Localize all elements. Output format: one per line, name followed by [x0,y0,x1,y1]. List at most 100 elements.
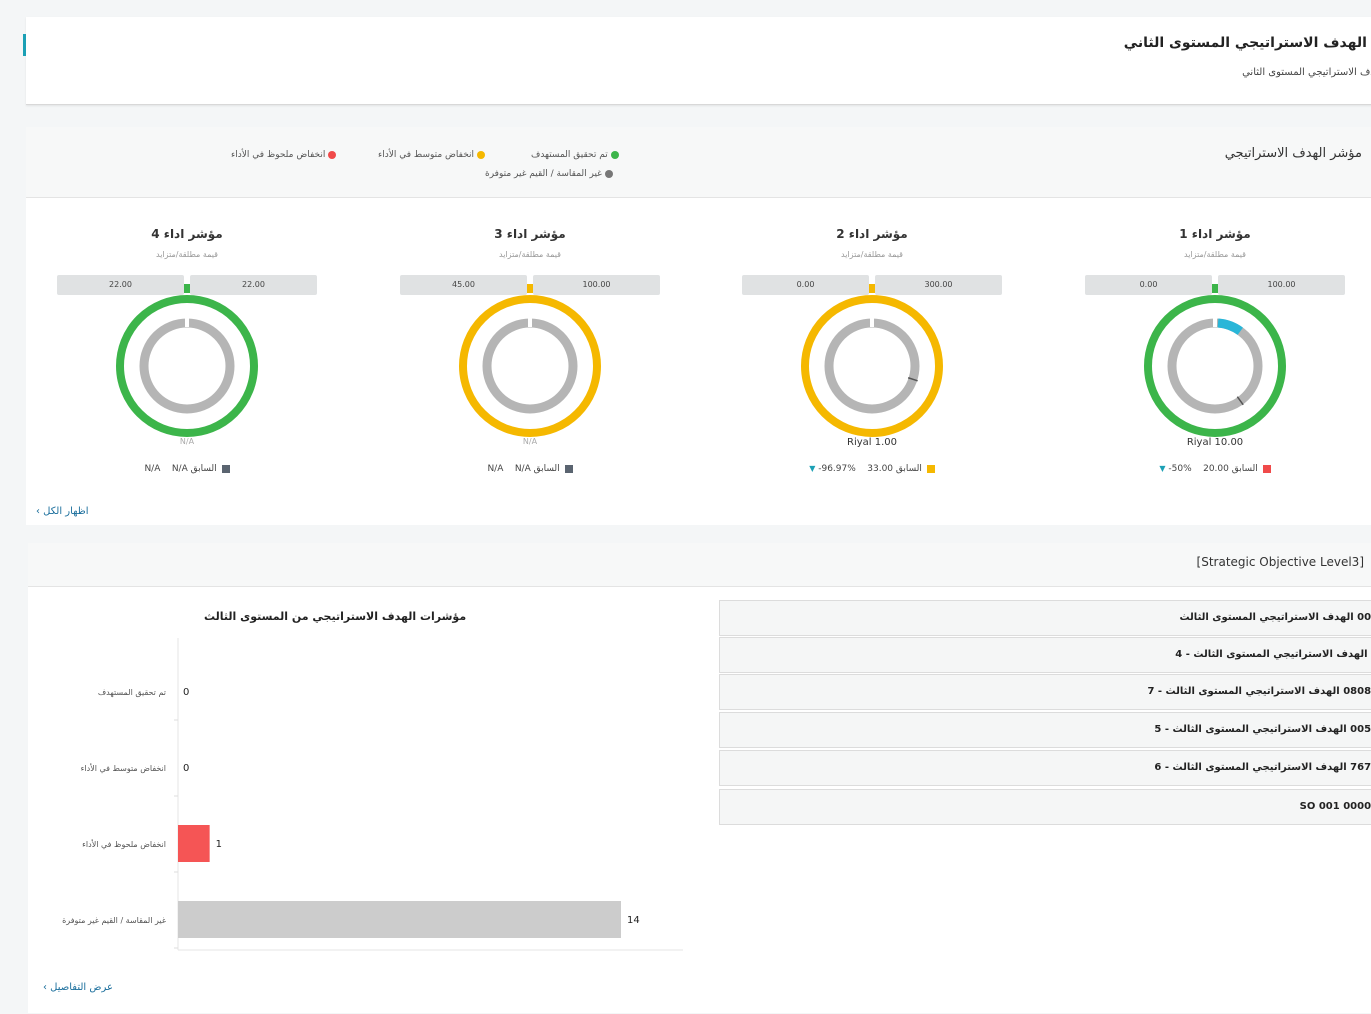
gauge-previous-label: السابق [1231,464,1258,474]
objective-row[interactable]: SO 001 00001 [719,789,1371,825]
page-title: 004 الهدف الاستراتيجي المستوى الثاني [1123,35,1371,51]
previous-status-square [926,464,935,473]
gauge-target-value: 100.00 [533,275,660,295]
gauge-previous-value: 20.00 [1203,464,1229,474]
objective-row[interactable]: 007 الهدف الاستراتيجي المستوى الثالث [719,600,1371,636]
kpi-panel-title: مؤشر الهدف الاستراتيجي [1224,146,1362,161]
legend-dot-achieved [610,150,619,159]
gauge-track [824,318,920,414]
kpi-gauge-1[interactable]: مؤشر اداء 1 قيمة مطلقة/متزايد 0.00 100.00 Ri… [1085,224,1345,494]
objective-name: 3 الهدف الاستراتيجي المستوى الثالث - 4 [1175,649,1371,660]
gauge-title: مؤشر اداء 4 [151,227,223,241]
chart-data-label: 0 [183,763,189,774]
gauge-title: مؤشر اداء 3 [494,227,566,241]
chart-category-label: تم تحقيق المستهدف [98,688,166,697]
gauge-ring [801,295,943,437]
gauge-subtitle: قيمة مطلقة/متزايد [499,250,561,259]
gauge-subtitle: قيمة مطلقة/متزايد [1184,250,1246,259]
objective-row[interactable]: 0055 الهدف الاستراتيجي المستوى الثالث - … [719,712,1371,748]
legend-medium-decline: انخفاض متوسط في الأداء [378,150,486,160]
objective-row[interactable]: 08080 الهدف الاستراتيجي المستوى الثالث -… [719,674,1371,710]
gauge-previous-value: N/A [171,464,188,474]
gauge-change: -96.97% [818,464,856,474]
objective-header: 004 الهدف الاستراتيجي المستوى الثاني اله… [23,17,1371,105]
gauge-min-value: 0.00 [742,275,869,295]
gauge-gap [528,311,532,327]
gauge-notch [184,284,190,293]
chart-title: مؤشرات الهدف الاستراتيجي من المستوى الثا… [204,610,467,623]
gauge-change: N/A [144,464,161,474]
bar-chart: 0 تم تحقيق المستهدف 0 انخفاض متوسط في الأدا… [62,638,683,951]
kpi-panel-header [26,127,1371,198]
chart-category-label: انخفاض متوسط في الأداء [81,763,166,773]
chart-category-label: غير المقاسة / القيم غير متوفرة [62,916,166,925]
gauge-value: N/A [522,437,538,446]
gauge-progress-arc [1217,318,1243,335]
legend-label: انخفاض متوسط في الأداء [378,150,475,160]
view-details-link[interactable]: عرض التفاصيل › [43,982,113,993]
gauge-subtitle: قيمة مطلقة/متزايد [156,250,218,259]
gauge-subtitle: قيمة مطلقة/متزايد [841,250,903,259]
legend-dot-medium [477,150,486,159]
kpi-gauge-2[interactable]: مؤشر اداء 2 قيمة مطلقة/متزايد 0.00 300.00 Ri… [742,224,1002,494]
gauge-gap [185,311,189,327]
gauge-min-value: 0.00 [1085,275,1212,295]
previous-status-square [564,464,573,473]
gauge-previous-value: 33.00 [867,464,894,474]
down-arrow-icon: ▼ [809,464,816,473]
page-subtitle: الهدف الاستراتيجي المستوى الثاني [1242,67,1371,78]
chart-bar[interactable] [178,825,210,862]
legend-not-measured: غير المقاسة / القيم غير متوفرة [485,169,613,179]
kpi-panel: مؤشر الهدف الاستراتيجي تم تحقيق المستهدف… [26,127,1371,525]
objective-name: 007 الهدف الاستراتيجي المستوى الثالث [1179,612,1371,623]
legend-dot-not-measured [604,169,613,178]
objective-name: SO 001 00001 [1299,801,1371,812]
gauge-change: N/A [487,464,504,474]
legend-label: غير المقاسة / القيم غير متوفرة [485,169,602,179]
chart-data-label: 0 [183,687,189,698]
kpi-gauge-3[interactable]: مؤشر اداء 3 قيمة مطلقة/متزايد 45.00 100.00 N… [400,224,660,494]
gauge-previous-label: السابق [895,464,922,474]
gauge-value: Riyal 10.00 [1186,437,1244,448]
gauge-gap [1213,311,1217,327]
gauge-ring [459,295,601,437]
gauge-value: N/A [179,437,195,446]
objective-name: 08080 الهدف الاستراتيجي المستوى الثالث -… [1147,686,1371,697]
objective-name: 0055 الهدف الاستراتيجي المستوى الثالث - … [1154,724,1371,735]
level3-panel-title: [Strategic Objective Level3] [1196,555,1364,569]
gauge-ring [1144,295,1286,437]
objective-row[interactable]: 3 الهدف الاستراتيجي المستوى الثالث - 4 [719,637,1371,673]
gauge-title: مؤشر اداء 2 [836,227,908,241]
gauge-title: مؤشر اداء 1 [1179,227,1251,241]
gauge-previous: ▼ -50% 20.00 السابق [1085,464,1345,474]
chart-data-label: 1 [216,839,222,850]
gauge-change: -50% [1168,464,1192,474]
gauge-notch [1212,284,1218,293]
level3-panel: [Strategic Objective Level3] 007 الهدف ا… [28,543,1371,1013]
kpi-gauge-4[interactable]: مؤشر اداء 4 قيمة مطلقة/متزايد 22.00 22.00 N/… [57,224,317,494]
previous-status-square [1262,464,1271,473]
gauge-notch [869,284,875,293]
gauge-notch [527,284,533,293]
gauge-previous-label: السابق [533,464,560,474]
previous-status-square [221,464,230,473]
chart-bar[interactable] [178,901,621,938]
show-all-link[interactable]: اظهار الكل › [36,506,89,517]
gauge-previous: N/A N/A السابق [57,464,317,474]
chart-category-label: انخفاض ملحوظ في الأداء [82,839,166,849]
legend-dot-significant [328,150,337,159]
gauge-ring [116,295,258,437]
chart-data-label: 14 [627,915,640,926]
gauge-min-value: 45.00 [400,275,527,295]
legend-achieved: تم تحقيق المستهدف [531,150,619,160]
gauge-previous: ▼ -96.97% 33.00 السابق [742,464,1002,474]
gauge-target-value: 100.00 [1218,275,1345,295]
gauge-min-value: 22.00 [57,275,184,295]
gauge-previous-label: السابق [190,464,217,474]
gauge-track [1167,318,1263,414]
level3-panel-header [28,543,1371,587]
accent-bar [23,34,26,56]
gauge-value: Riyal 1.00 [847,437,897,448]
objective-row[interactable]: 7675 الهدف الاستراتيجي المستوى الثالث - … [719,750,1371,786]
legend-significant-decline: انخفاض ملحوظ في الأداء [231,150,337,160]
